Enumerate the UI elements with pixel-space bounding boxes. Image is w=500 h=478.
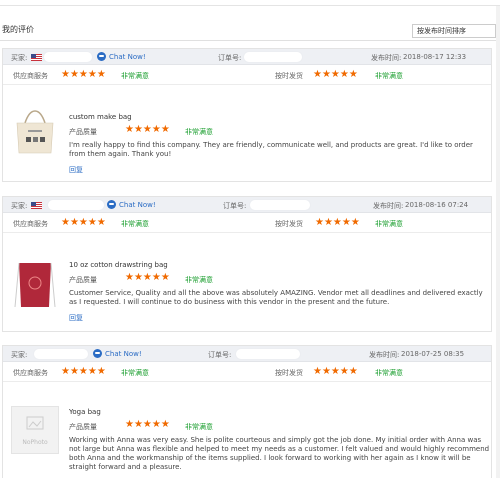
- no-photo-icon: [26, 416, 44, 430]
- supplier-rating-stars: ★★★★★: [61, 217, 106, 228]
- order-label: 订单号:: [218, 54, 242, 62]
- page-title: 我的评价: [2, 25, 34, 34]
- posted-label: 发布时间:: [373, 202, 404, 210]
- quality-label: 产品质量: [69, 128, 97, 136]
- supplier-service-label: 供应商服务: [13, 369, 48, 377]
- chat-now-label: Chat Now!: [109, 52, 146, 61]
- order-number-redacted: [235, 348, 301, 360]
- product-name[interactable]: 10 oz cotton drawstring bag: [69, 261, 168, 269]
- tote-bag-icon: [11, 107, 59, 155]
- chat-icon: [97, 52, 106, 61]
- review-card: 买家: Chat Now! 订单号: 发布时间: 2018-07-25 08:3…: [2, 345, 492, 478]
- chat-now-link[interactable]: Chat Now!: [97, 52, 146, 61]
- quality-rating-stars: ★★★★★: [125, 419, 170, 430]
- supplier-satisfaction: 非常满意: [121, 220, 149, 228]
- posted-label: 发布时间:: [371, 54, 402, 62]
- buyer-label: 买家:: [11, 54, 28, 62]
- supplier-service-label: 供应商服务: [13, 220, 48, 228]
- posted-time: 2018-08-16 07:24: [405, 201, 469, 209]
- order-label: 订单号:: [223, 202, 247, 210]
- divider: [0, 40, 500, 41]
- review-comment: Customer Service, Quality and all the ab…: [69, 289, 483, 306]
- product-thumbnail[interactable]: [11, 257, 59, 311]
- us-flag-icon: [31, 202, 42, 209]
- ratings-row: 供应商服务 ★★★★★ 非常满意 按时发货 ★★★★★ 非常满意: [3, 65, 491, 85]
- review-header: 买家: Chat Now! 订单号: 发布时间: 2018-08-16 07:2…: [3, 197, 491, 213]
- chat-icon: [93, 349, 102, 358]
- order-number-redacted: [249, 199, 311, 211]
- buyer-name-redacted: [33, 348, 89, 360]
- review-header: 买家: Chat Now! 订单号: 发布时间: 2018-07-25 08:3…: [3, 346, 491, 362]
- chat-now-link[interactable]: Chat Now!: [107, 200, 156, 209]
- top-border: [0, 0, 500, 6]
- review-comment: Working with Anna was very easy. She is …: [69, 436, 490, 471]
- quality-rating-stars: ★★★★★: [125, 124, 170, 135]
- chat-now-link[interactable]: Chat Now!: [93, 349, 142, 358]
- quality-rating-stars: ★★★★★: [125, 272, 170, 283]
- reviews-page: 我的评价 按发布时间排序 买家: Chat Now! 订单号: 发布时间: 20…: [0, 0, 500, 478]
- ontime-rating-stars: ★★★★★: [315, 217, 360, 228]
- chat-now-label: Chat Now!: [119, 200, 156, 209]
- ontime-label: 按时发货: [275, 72, 303, 80]
- product-thumbnail[interactable]: NoPhoto: [11, 406, 59, 454]
- quality-satisfaction: 非常满意: [185, 423, 213, 431]
- reply-link[interactable]: 回复: [69, 313, 83, 323]
- no-photo-label: NoPhoto: [22, 439, 48, 446]
- chat-now-label: Chat Now!: [105, 349, 142, 358]
- review-card: 买家: Chat Now! 订单号: 发布时间: 2018-08-17 12:3…: [2, 48, 492, 182]
- scrollbar[interactable]: [496, 6, 500, 478]
- quality-label: 产品质量: [69, 276, 97, 284]
- product-thumbnail[interactable]: [11, 107, 59, 155]
- supplier-service-label: 供应商服务: [13, 72, 48, 80]
- ratings-row: 供应商服务 ★★★★★ 非常满意 按时发货 ★★★★★ 非常满意: [3, 362, 491, 382]
- ontime-label: 按时发货: [275, 220, 303, 228]
- product-name[interactable]: custom make bag: [69, 113, 132, 121]
- review-header: 买家: Chat Now! 订单号: 发布时间: 2018-08-17 12:3…: [3, 49, 491, 65]
- order-label: 订单号:: [208, 351, 232, 359]
- buyer-label: 买家:: [11, 202, 28, 210]
- sort-select[interactable]: 按发布时间排序: [412, 24, 496, 38]
- chat-icon: [107, 200, 116, 209]
- posted-time: 2018-08-17 12:33: [403, 53, 467, 61]
- ratings-row: 供应商服务 ★★★★★ 非常满意 按时发货 ★★★★★ 非常满意: [3, 213, 491, 233]
- us-flag-icon: [31, 54, 42, 61]
- product-name[interactable]: Yoga bag: [69, 408, 101, 416]
- supplier-rating-stars: ★★★★★: [61, 366, 106, 377]
- review-comment: I'm really happy to find this company. T…: [69, 141, 473, 158]
- supplier-rating-stars: ★★★★★: [61, 69, 106, 80]
- ontime-satisfaction: 非常满意: [375, 369, 403, 377]
- ontime-rating-stars: ★★★★★: [313, 366, 358, 377]
- ontime-rating-stars: ★★★★★: [313, 69, 358, 80]
- supplier-satisfaction: 非常满意: [121, 72, 149, 80]
- quality-satisfaction: 非常满意: [185, 128, 213, 136]
- posted-label: 发布时间:: [369, 351, 400, 359]
- buyer-name-redacted: [43, 51, 93, 63]
- supplier-satisfaction: 非常满意: [121, 369, 149, 377]
- posted-time: 2018-07-25 08:35: [401, 350, 465, 358]
- drawstring-bag-icon: [11, 257, 59, 311]
- quality-satisfaction: 非常满意: [185, 276, 213, 284]
- ontime-satisfaction: 非常满意: [375, 220, 403, 228]
- buyer-name-redacted: [47, 199, 105, 211]
- reply-link[interactable]: 回复: [69, 165, 83, 175]
- ontime-label: 按时发货: [275, 369, 303, 377]
- buyer-label: 买家:: [11, 351, 28, 359]
- review-card: 买家: Chat Now! 订单号: 发布时间: 2018-08-16 07:2…: [2, 196, 492, 332]
- quality-label: 产品质量: [69, 423, 97, 431]
- order-number-redacted: [243, 51, 303, 63]
- ontime-satisfaction: 非常满意: [375, 72, 403, 80]
